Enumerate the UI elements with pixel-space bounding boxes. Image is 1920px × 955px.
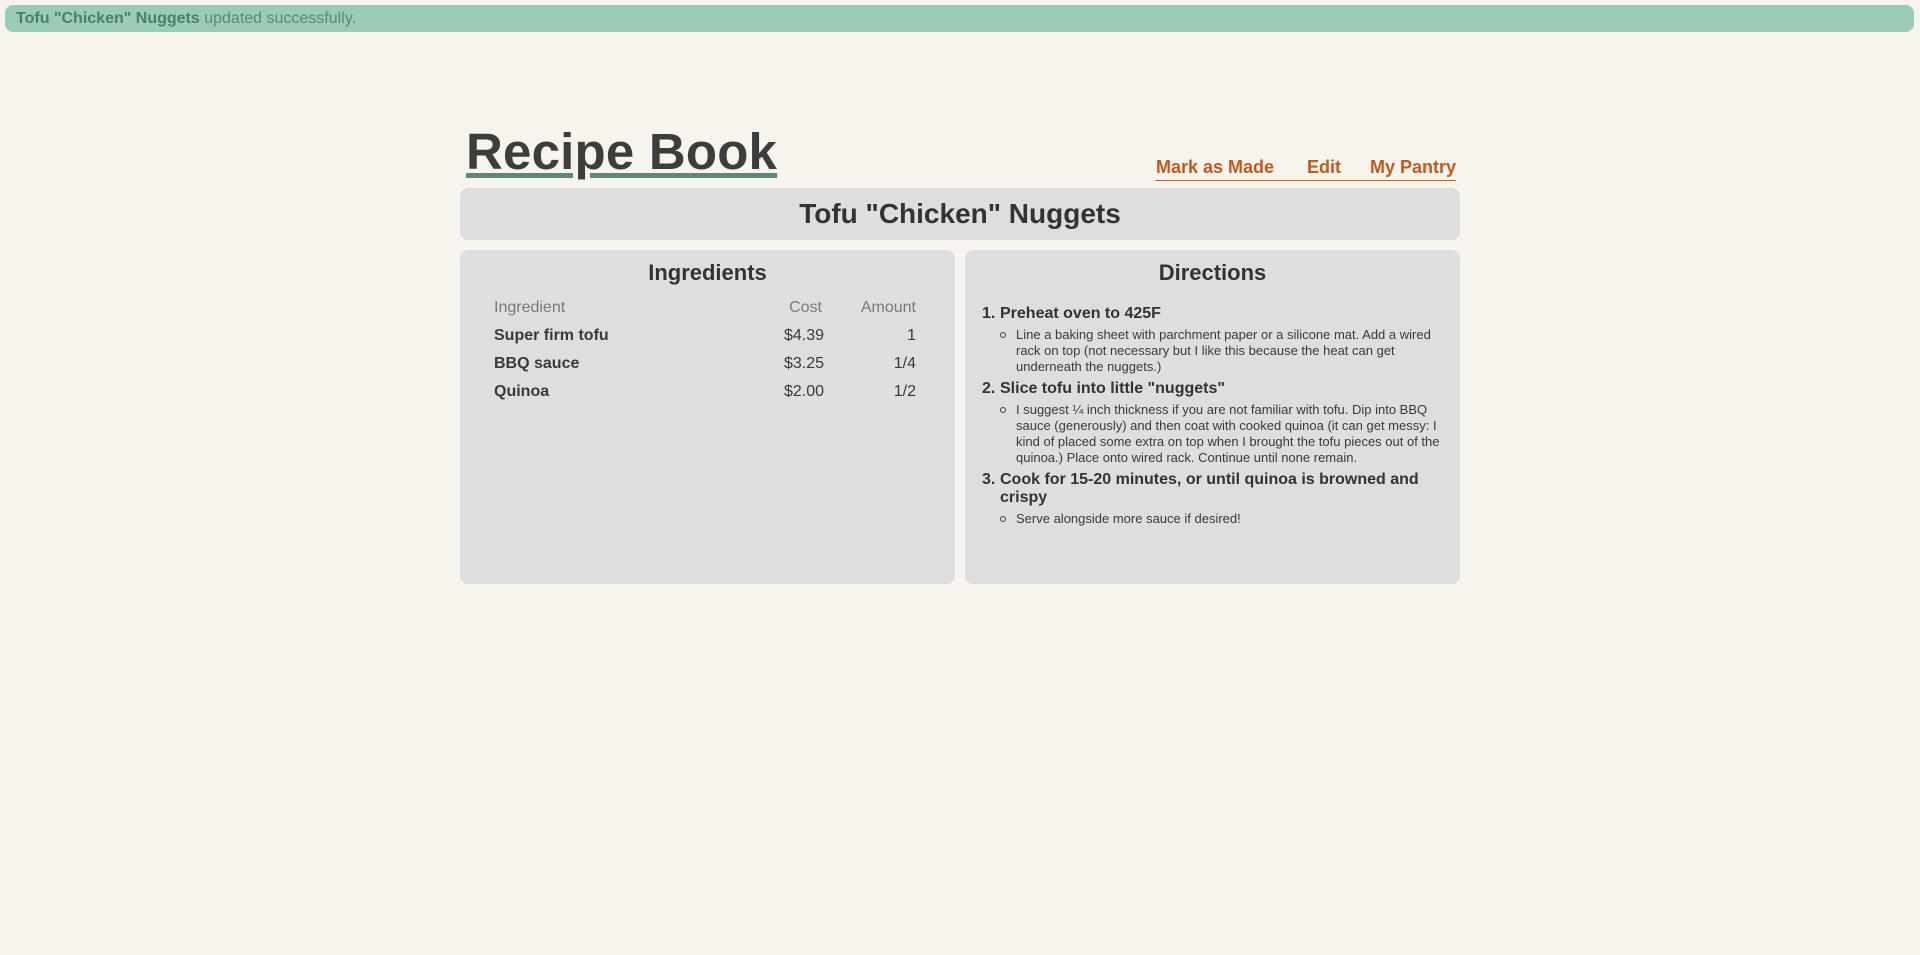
edit-link[interactable]: Edit [1307,157,1341,178]
ingredient-amount: 1/4 [893,355,916,372]
table-row: BBQ sauce $3.25 1/4 [494,350,918,378]
circle-bullet-icon [1000,516,1006,522]
step-title: 1. Preheat oven to 425F [982,305,1447,323]
ingredient-amount: 1/2 [893,383,916,400]
ingredient-cost: $2.00 [783,383,824,400]
column-header-cost: Cost [789,299,822,316]
flash-item-name: Tofu "Chicken" Nuggets [16,10,200,27]
flash-message: Tofu "Chicken" Nuggets updated successfu… [5,5,1914,32]
step-number: 2. [982,380,996,397]
step-number: 3. [982,471,996,488]
ingredient-name: Quinoa [494,383,550,400]
step-detail-text: Serve alongside more sauce if desired! [1016,511,1241,526]
step-number: 1. [982,305,996,322]
recipe-title: Tofu "Chicken" Nuggets [460,188,1460,240]
step-detail-text: I suggest ¼ inch thickness if you are no… [1016,402,1440,465]
flash-text: updated successfully. [204,10,357,27]
ingredient-name: BBQ sauce [494,355,580,372]
table-row: Super firm tofu $4.39 1 [494,322,918,350]
step-detail-text: Line a baking sheet with parchment paper… [1016,327,1431,374]
ingredient-amount: 1 [907,327,916,344]
step-detail: Serve alongside more sauce if desired! [1000,511,1447,527]
step-detail: Line a baking sheet with parchment paper… [1000,327,1447,375]
step-title-text: Cook for 15-20 minutes, or until quinoa … [1000,471,1419,506]
ingredients-heading: Ingredients [648,260,767,285]
my-pantry-link[interactable]: My Pantry [1370,157,1456,178]
column-header-amount: Amount [860,299,916,316]
step-detail: I suggest ¼ inch thickness if you are no… [1000,402,1447,466]
mark-as-made-link[interactable]: Mark as Made [1156,157,1274,178]
recipe-nav: Mark as Made Edit My Pantry [1155,155,1456,181]
step-title-text: Slice tofu into little "nuggets" [1000,380,1225,397]
column-header-ingredient: Ingredient [494,299,566,316]
ingredients-table: Ingredient Cost Amount Super firm tofu $… [494,294,918,406]
ingredient-cost: $4.39 [783,327,824,344]
list-item: 3. Cook for 15-20 minutes, or until quin… [982,471,1447,527]
site-title-link[interactable]: Recipe Book [466,122,777,181]
table-header-row: Ingredient Cost Amount [494,294,918,322]
circle-bullet-icon [1000,332,1006,338]
ingredient-name: Super firm tofu [494,327,609,344]
directions-heading: Directions [1158,260,1267,285]
ingredient-cost: $3.25 [783,355,824,372]
list-item: 2. Slice tofu into little "nuggets" I su… [982,380,1447,466]
step-title-text: Preheat oven to 425F [1000,305,1161,322]
ingredients-panel: Ingredients Ingredient Cost Amount Super… [460,250,955,584]
directions-panel: Directions 1. Preheat oven to 425F Line … [965,250,1460,584]
step-title: 2. Slice tofu into little "nuggets" [982,380,1447,398]
directions-list: 1. Preheat oven to 425F Line a baking sh… [982,305,1447,532]
step-title: 3. Cook for 15-20 minutes, or until quin… [982,471,1447,507]
table-row: Quinoa $2.00 1/2 [494,378,918,406]
list-item: 1. Preheat oven to 425F Line a baking sh… [982,305,1447,375]
circle-bullet-icon [1000,407,1006,413]
